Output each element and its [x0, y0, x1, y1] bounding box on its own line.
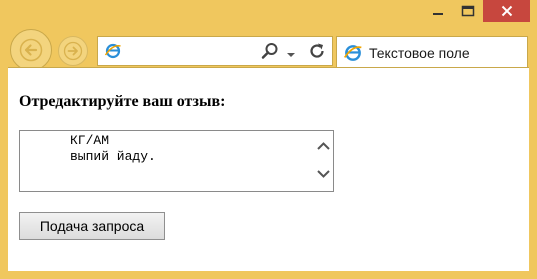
refresh-icon[interactable]	[307, 41, 327, 66]
chevron-down-icon[interactable]	[286, 46, 296, 64]
chevron-down-icon[interactable]	[316, 167, 331, 185]
back-arrow-icon	[19, 38, 43, 62]
close-icon	[501, 5, 512, 17]
page-title: Отредактируйте ваш отзыв:	[19, 93, 226, 110]
close-button[interactable]	[483, 0, 530, 22]
tab-active[interactable]: Текстовое поле	[336, 36, 528, 67]
chevron-up-icon[interactable]	[316, 139, 331, 157]
ie-logo-icon	[104, 42, 122, 65]
tab-title: Текстовое поле	[369, 45, 470, 61]
window-controls	[423, 0, 530, 22]
review-textarea-frame	[19, 130, 334, 192]
browser-window: Текстовое поле Отредактируйте ваш отзыв:…	[0, 0, 537, 279]
submit-button[interactable]: Подача запроса	[19, 212, 165, 240]
ie-logo-icon	[343, 43, 363, 68]
minimize-icon	[433, 13, 443, 15]
search-icon[interactable]	[260, 41, 280, 66]
review-textarea[interactable]	[20, 131, 314, 191]
page-content: Отредактируйте ваш отзыв: Подача запроса	[8, 67, 529, 271]
address-bar	[97, 36, 333, 66]
textarea-scrollbar[interactable]	[314, 131, 333, 191]
address-input[interactable]	[128, 41, 248, 61]
maximize-icon	[461, 5, 475, 17]
back-button[interactable]	[10, 29, 52, 71]
forward-button[interactable]	[58, 36, 88, 66]
maximize-button[interactable]	[453, 0, 483, 22]
minimize-button[interactable]	[423, 0, 453, 22]
forward-arrow-icon	[63, 41, 83, 61]
